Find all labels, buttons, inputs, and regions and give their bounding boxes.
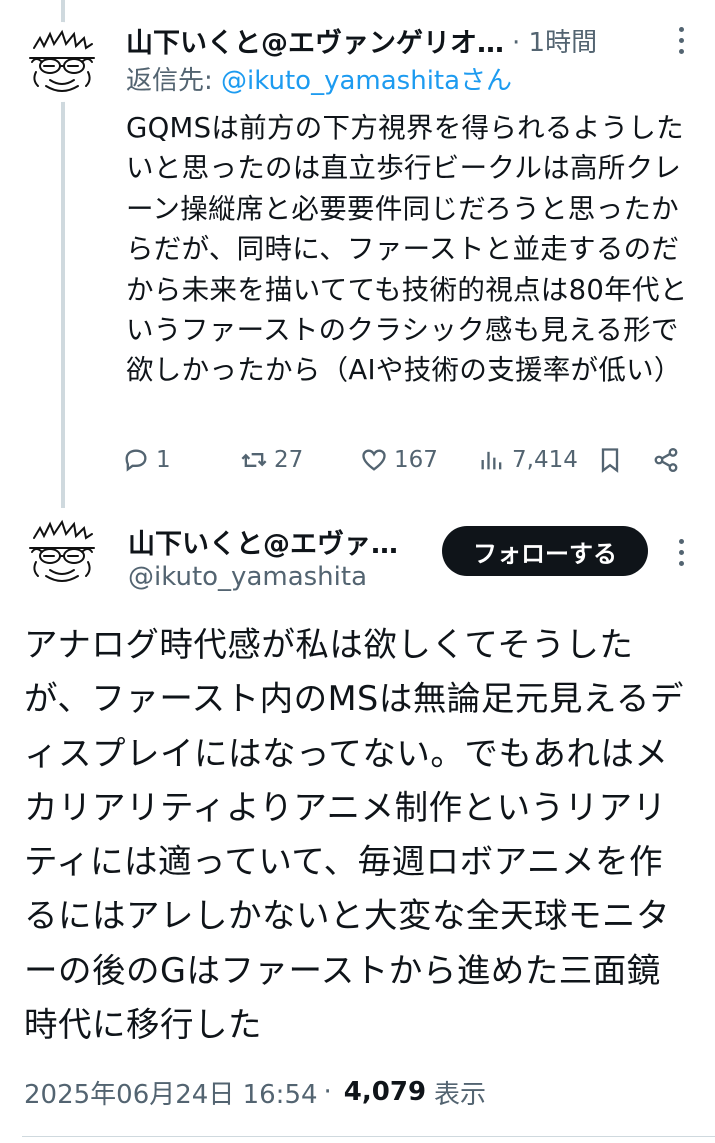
views-icon [481,451,502,470]
tweet-views-label: 表示 [434,1079,487,1110]
main-author-name[interactable]: 山下いくと@エヴァ… [128,522,398,561]
reply-timestamp[interactable]: · 1時間 [512,22,597,59]
heart-icon [362,449,386,471]
reply-more-icon[interactable] [666,18,696,62]
divider [22,1136,715,1137]
share-button[interactable] [652,440,680,480]
repost-count: 27 [274,447,304,473]
reply-button[interactable]: 1 [122,440,171,480]
reply-header: 山下いくと@エヴァンゲリオ… · 1時間 [126,18,646,62]
reply-author-name[interactable]: 山下いくと@エヴァンゲリオ… [126,21,504,60]
reply-tweet-text: GQMSは前方の下方視界を得られるようしたいと思ったのは直立歩行ビークルは高所ク… [126,112,688,387]
main-tweet-text: アナログ時代感が私は欲しくてそうしたが、ファースト内のMSは無論足元見えるディス… [24,625,684,1045]
main-author-handle[interactable]: @ikuto_yamashita [128,562,367,592]
bookmark-icon [601,448,619,473]
tweet-meta-row: 2025年06月24日 16:54 · 4,079 表示 [24,1072,486,1112]
reply-to-line: 返信先: @ikuto_yamashitaさん [126,60,512,97]
tweet-views-count: 4,079 [343,1077,427,1107]
reply-count: 1 [156,447,171,473]
avatar-illustration [23,513,101,591]
like-button[interactable]: 167 [360,440,438,480]
repost-icon [241,453,267,467]
meta-separator: · [323,1077,332,1107]
reply-to-mention-link[interactable]: @ikuto_yamashitaさん [221,66,512,96]
reply-to-prefix: 返信先: [126,66,222,96]
repost-button[interactable]: 27 [240,440,303,480]
bookmark-button[interactable] [596,440,624,480]
main-author-avatar[interactable] [22,512,102,592]
main-more-icon[interactable] [666,530,696,574]
views-count: 7,414 [512,447,578,473]
reply-icon [125,449,147,472]
follow-button[interactable]: フォローする [442,526,648,576]
tweet-timestamp[interactable]: 2025年06月24日 16:54 [24,1074,318,1111]
reply-author-avatar[interactable] [22,22,102,102]
avatar-illustration [23,23,101,101]
share-icon [654,447,678,473]
reply-action-bar: 1 27 167 7,414 [122,440,692,480]
like-count: 167 [394,447,438,473]
views-button[interactable]: 7,414 [478,440,578,480]
